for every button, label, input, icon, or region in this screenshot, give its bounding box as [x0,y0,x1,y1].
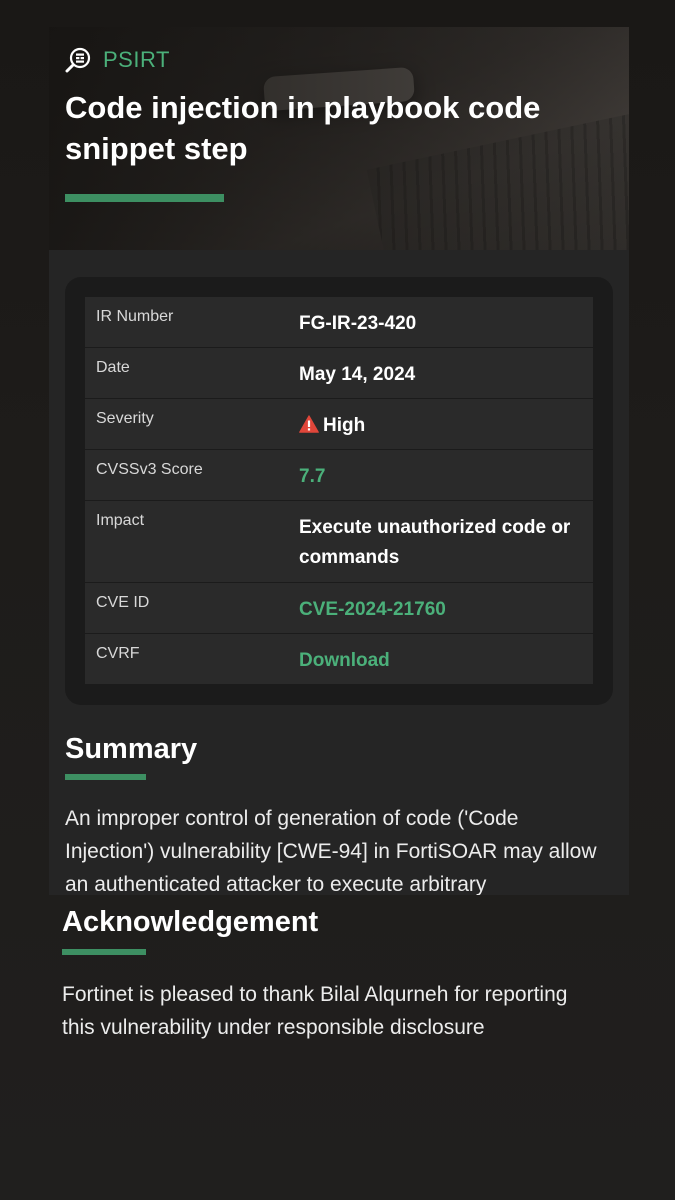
date-value: May 14, 2024 [299,364,416,385]
title-underline [65,194,224,202]
info-label: CVRF [96,645,140,662]
category-label[interactable]: PSIRT [103,47,170,73]
psirt-search-icon [65,47,91,73]
info-row-cve: CVE ID CVE-2024-21760 [85,583,593,633]
info-row-cvss: CVSSv3 Score 7.7 [85,450,593,500]
info-row-impact: Impact Execute unauthorized code or comm… [85,501,593,582]
info-row-severity: Severity High [85,399,593,449]
acknowledgement-underline [62,949,146,955]
info-label: Date [96,359,130,376]
info-row-ir-number: IR Number FG-IR-23-420 [85,297,593,347]
category-row: PSIRT [65,47,170,73]
summary-underline [65,774,146,780]
info-label: CVSSv3 Score [96,461,203,478]
severity-value: High [299,411,579,443]
cvss-score-link[interactable]: 7.7 [299,462,579,492]
hero-banner: PSIRT Code injection in playbook code sn… [49,27,629,250]
info-label: CVE ID [96,594,150,611]
warning-icon [299,413,319,443]
advisory-info-table: IR Number FG-IR-23-420 Date May 14, 2024… [65,277,613,705]
acknowledgement-text: Fortinet is pleased to thank Bilal Alqur… [62,983,568,1039]
advisory-card: PSIRT Code injection in playbook code sn… [49,27,629,895]
summary-heading: Summary [65,733,198,765]
info-label: IR Number [96,308,174,325]
impact-value: Execute unauthorized code or commands [299,517,571,568]
info-row-cvrf: CVRF Download [85,634,593,684]
cvrf-download-link[interactable]: Download [299,646,579,676]
cve-id-link[interactable]: CVE-2024-21760 [299,595,579,625]
acknowledgement-heading: Acknowledgement [62,906,319,938]
info-row-date: Date May 14, 2024 [85,348,593,398]
info-label: Impact [96,512,145,529]
summary-text: An improper control of generation of cod… [65,807,597,895]
page-title: Code injection in playbook code snippet … [65,90,541,166]
info-label: Severity [96,410,154,427]
severity-text: High [323,415,366,436]
ir-number-value: FG-IR-23-420 [299,313,417,334]
